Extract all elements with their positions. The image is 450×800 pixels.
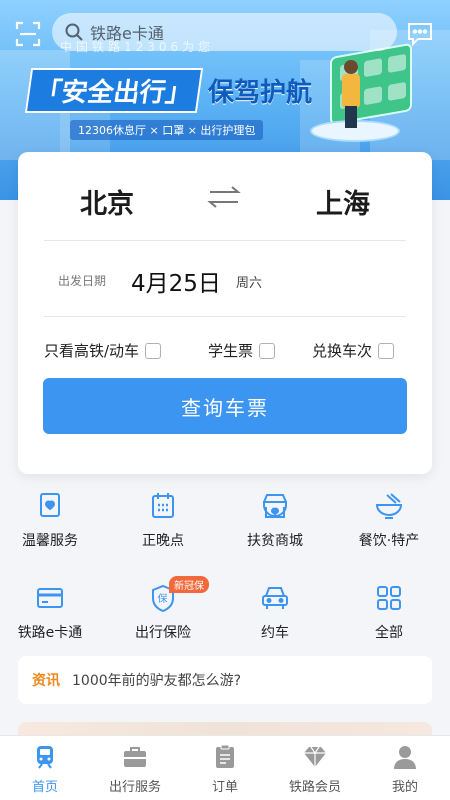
service-food-specialty[interactable]: 餐饮·特产 bbox=[333, 490, 445, 560]
service-label: 餐饮·特产 bbox=[358, 533, 420, 549]
service-label: 全部 bbox=[375, 625, 403, 641]
grid-icon bbox=[377, 586, 401, 610]
service-label: 扶贫商城 bbox=[247, 533, 303, 549]
tab-home[interactable]: 首页 bbox=[0, 744, 90, 795]
shop-icon bbox=[263, 494, 287, 518]
bowl-icon bbox=[375, 493, 403, 519]
car-icon bbox=[262, 587, 288, 609]
service-label: 约车 bbox=[261, 625, 289, 641]
card-icon bbox=[37, 588, 63, 608]
option-high-speed-only[interactable]: 只看高铁/动车 bbox=[44, 340, 162, 361]
news-headline[interactable]: 1000年前的驴友都怎么游? bbox=[72, 670, 241, 690]
option-student-ticket[interactable]: 学生票 bbox=[208, 340, 276, 361]
to-city[interactable]: 上海 bbox=[316, 182, 370, 221]
insurance-badge: 新冠保 bbox=[169, 576, 209, 593]
tab-orders[interactable]: 订单 bbox=[180, 744, 270, 795]
service-all[interactable]: 全部 bbox=[333, 582, 445, 652]
query-tickets-button[interactable]: 查询车票 bbox=[43, 378, 407, 434]
option-label: 兑换车次 bbox=[312, 342, 373, 360]
heart-ticket-icon bbox=[40, 493, 60, 517]
swap-icon[interactable] bbox=[204, 184, 244, 210]
weekday: 周六 bbox=[236, 276, 263, 291]
user-icon bbox=[394, 746, 416, 769]
scan-icon[interactable] bbox=[14, 20, 42, 48]
diamond-icon bbox=[304, 746, 326, 767]
departure-date[interactable]: 4月25日 bbox=[131, 264, 221, 298]
tab-label: 订单 bbox=[211, 780, 238, 795]
checkbox[interactable] bbox=[259, 342, 276, 359]
from-city[interactable]: 北京 bbox=[80, 182, 134, 221]
divider bbox=[44, 316, 406, 317]
calendar-icon bbox=[152, 493, 174, 518]
banner-headline-rest: 保驾护航 bbox=[208, 78, 313, 108]
banner-headline-main: 「安全出行」 bbox=[24, 68, 204, 113]
search-input[interactable]: 铁路e卡通 bbox=[52, 13, 397, 51]
service-label: 出行保险 bbox=[135, 625, 191, 641]
service-label: 温馨服务 bbox=[22, 533, 78, 549]
tab-mine[interactable]: 我的 bbox=[360, 744, 450, 795]
tab-label: 出行服务 bbox=[108, 780, 161, 795]
service-punctuality[interactable]: 正晚点 bbox=[107, 490, 219, 560]
banner-illustration-person bbox=[340, 60, 362, 130]
train-icon bbox=[37, 746, 53, 769]
banner-headline: 「安全出行」 保驾护航 bbox=[24, 68, 313, 113]
service-poverty-mall[interactable]: 扶贫商城 bbox=[219, 490, 331, 560]
order-icon bbox=[216, 744, 234, 768]
service-travel-insurance[interactable]: 保 新冠保 出行保险 bbox=[107, 576, 219, 652]
message-icon[interactable] bbox=[406, 20, 434, 48]
bottom-tab-bar: 首页 出行服务 订单 铁路会员 我的 bbox=[0, 735, 450, 800]
option-exchange-train[interactable]: 兑换车次 bbox=[312, 340, 395, 361]
briefcase-icon bbox=[124, 747, 146, 767]
news-tag: 资讯 bbox=[32, 673, 60, 689]
ticket-search-card: 北京 上海 出发日期 4月25日 周六 只看高铁/动车 学生票 兑换车次 查询车… bbox=[18, 152, 432, 474]
tab-railway-member[interactable]: 铁路会员 bbox=[270, 744, 360, 795]
tab-label: 首页 bbox=[31, 780, 58, 795]
banner-tagline: 12306休息厅 × 口罩 × 出行护理包 bbox=[70, 120, 264, 140]
date-label: 出发日期 bbox=[58, 274, 107, 288]
search-icon bbox=[65, 23, 83, 41]
service-label: 铁路e卡通 bbox=[17, 625, 83, 641]
checkbox[interactable] bbox=[145, 342, 162, 359]
service-railway-ecard[interactable]: 铁路e卡通 bbox=[0, 582, 106, 652]
service-warm-service[interactable]: 温馨服务 bbox=[0, 490, 106, 560]
service-label: 正晚点 bbox=[142, 533, 184, 549]
news-bar[interactable]: 资讯 1000年前的驴友都怎么游? bbox=[18, 656, 432, 704]
search-placeholder: 铁路e卡通 bbox=[90, 24, 164, 43]
tab-label: 我的 bbox=[391, 780, 418, 795]
tab-label: 铁路会员 bbox=[288, 780, 341, 795]
service-car-hailing[interactable]: 约车 bbox=[219, 582, 331, 652]
svg-text:保: 保 bbox=[158, 592, 168, 605]
tab-travel-services[interactable]: 出行服务 bbox=[90, 744, 180, 795]
divider bbox=[44, 240, 406, 241]
checkbox[interactable] bbox=[378, 342, 395, 359]
option-label: 学生票 bbox=[208, 342, 254, 360]
option-label: 只看高铁/动车 bbox=[44, 342, 140, 360]
